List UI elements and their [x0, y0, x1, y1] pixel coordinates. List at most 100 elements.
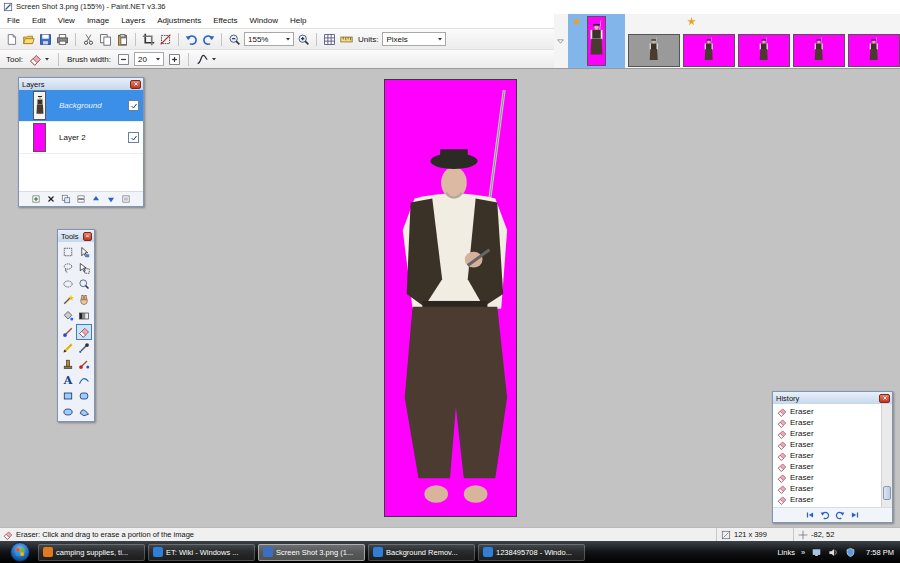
- menu-item[interactable]: Edit: [32, 16, 46, 25]
- layer-visible-checkbox[interactable]: [128, 132, 139, 143]
- tray-shield-icon[interactable]: [845, 547, 856, 558]
- tool-dropdown[interactable]: [28, 51, 52, 67]
- menu-item[interactable]: View: [58, 16, 75, 25]
- clone-stamp-tool[interactable]: [60, 356, 76, 372]
- gradient-tool[interactable]: [76, 308, 92, 324]
- pan-tool[interactable]: [76, 292, 92, 308]
- menu-item[interactable]: Image: [87, 16, 109, 25]
- layers-title-bar[interactable]: Layers: [19, 78, 143, 90]
- rectangle-tool[interactable]: [60, 388, 76, 404]
- taskbar-button[interactable]: Background Remov...: [368, 544, 475, 561]
- layer-visible-checkbox[interactable]: [128, 100, 139, 111]
- start-button[interactable]: [10, 542, 30, 562]
- history-item[interactable]: Eraser: [773, 450, 881, 461]
- menu-item[interactable]: Effects: [213, 16, 237, 25]
- layer-down-button[interactable]: [106, 194, 117, 205]
- save-button[interactable]: [38, 31, 53, 47]
- cut-button[interactable]: [81, 31, 96, 47]
- delete-layer-button[interactable]: [46, 194, 57, 205]
- color-picker-tool[interactable]: [76, 340, 92, 356]
- image-thumbnail[interactable]: [738, 14, 790, 68]
- layer-row[interactable]: Background: [19, 90, 143, 122]
- paint-bucket-tool[interactable]: [60, 308, 76, 324]
- taskbar-button[interactable]: camping supplies, ti...: [38, 544, 145, 561]
- paintbrush-tool[interactable]: [60, 324, 76, 340]
- tray-volume-icon[interactable]: [828, 547, 839, 558]
- last-history-button[interactable]: [850, 510, 861, 521]
- close-button[interactable]: [83, 232, 92, 241]
- tools-title-bar[interactable]: Tools: [58, 230, 94, 242]
- lasso-tool[interactable]: [60, 260, 76, 276]
- merge-layer-button[interactable]: [76, 194, 87, 205]
- units-dropdown[interactable]: Pixels: [382, 32, 446, 46]
- history-item[interactable]: Eraser: [773, 417, 881, 428]
- magic-wand-tool[interactable]: [60, 292, 76, 308]
- copy-button[interactable]: [98, 31, 113, 47]
- eraser-tool[interactable]: [76, 324, 92, 340]
- history-item[interactable]: Eraser: [773, 483, 881, 494]
- image-canvas[interactable]: [384, 79, 517, 517]
- pencil-tool[interactable]: [60, 340, 76, 356]
- grid-button[interactable]: [322, 31, 337, 47]
- redo-button[interactable]: [201, 31, 216, 47]
- history-item[interactable]: Eraser: [773, 494, 881, 505]
- ellipse-select-tool[interactable]: [60, 276, 76, 292]
- text-tool[interactable]: A: [60, 372, 76, 388]
- layer-up-button[interactable]: [91, 194, 102, 205]
- menu-item[interactable]: Help: [290, 16, 306, 25]
- ellipse-tool[interactable]: [60, 404, 76, 420]
- layer-row[interactable]: Layer 2: [19, 122, 143, 154]
- crop-button[interactable]: [141, 31, 156, 47]
- history-title-bar[interactable]: History: [773, 392, 892, 404]
- deselect-button[interactable]: [158, 31, 173, 47]
- antialiasing-dropdown[interactable]: [195, 51, 219, 67]
- add-layer-button[interactable]: [31, 194, 42, 205]
- move-pixels-tool[interactable]: [76, 244, 92, 260]
- tools-window[interactable]: Tools A: [57, 229, 95, 422]
- menu-item[interactable]: Window: [249, 16, 277, 25]
- close-button[interactable]: [879, 394, 890, 403]
- first-history-button[interactable]: [805, 510, 816, 521]
- zoom-tool[interactable]: [76, 276, 92, 292]
- properties-button[interactable]: [121, 194, 132, 205]
- history-item[interactable]: Eraser: [773, 472, 881, 483]
- print-button[interactable]: [55, 31, 70, 47]
- history-item[interactable]: Eraser: [773, 439, 881, 450]
- freeform-shape-tool[interactable]: [76, 404, 92, 420]
- close-button[interactable]: [130, 80, 141, 89]
- undo-history-button[interactable]: [820, 510, 831, 521]
- paste-button[interactable]: [115, 31, 130, 47]
- move-selection-tool[interactable]: [76, 260, 92, 276]
- zoom-out-button[interactable]: [227, 31, 242, 47]
- duplicate-layer-button[interactable]: [61, 194, 72, 205]
- rounded-rectangle-tool[interactable]: [76, 388, 92, 404]
- image-thumbnail[interactable]: [628, 14, 680, 68]
- list-menu-icon[interactable]: [556, 37, 565, 46]
- rulers-button[interactable]: [339, 31, 354, 47]
- menu-item[interactable]: Adjustments: [157, 16, 201, 25]
- redo-history-button[interactable]: [835, 510, 846, 521]
- clock[interactable]: 7:58 PM: [862, 548, 894, 557]
- image-thumbnail[interactable]: [848, 14, 900, 68]
- rectangle-select-tool[interactable]: [60, 244, 76, 260]
- image-thumbnail[interactable]: [568, 14, 625, 68]
- zoom-field[interactable]: 155%: [244, 32, 294, 46]
- history-item[interactable]: Eraser: [773, 428, 881, 439]
- brush-width-field[interactable]: 20: [134, 52, 164, 66]
- links-chevron[interactable]: »: [801, 548, 805, 557]
- links-toolbar[interactable]: Links: [777, 548, 795, 557]
- image-thumbnail[interactable]: [683, 14, 735, 68]
- recolor-tool[interactable]: [76, 356, 92, 372]
- taskbar-button[interactable]: ET: Wiki - Windows ...: [148, 544, 255, 561]
- undo-button[interactable]: [184, 31, 199, 47]
- decrease-width-button[interactable]: [116, 51, 131, 67]
- layers-window[interactable]: LayersBackgroundLayer 2: [18, 77, 144, 207]
- taskbar-button[interactable]: 1238495708 - Windo...: [478, 544, 585, 561]
- history-scrollbar[interactable]: [881, 404, 892, 507]
- new-button[interactable]: [4, 31, 19, 47]
- increase-width-button[interactable]: [167, 51, 182, 67]
- line-curve-tool[interactable]: [76, 372, 92, 388]
- taskbar-button[interactable]: Screen Shot 3.png (1...: [258, 544, 365, 561]
- history-window[interactable]: HistoryEraserEraserEraserEraserEraserEra…: [772, 391, 893, 523]
- image-thumbnail[interactable]: [793, 14, 845, 68]
